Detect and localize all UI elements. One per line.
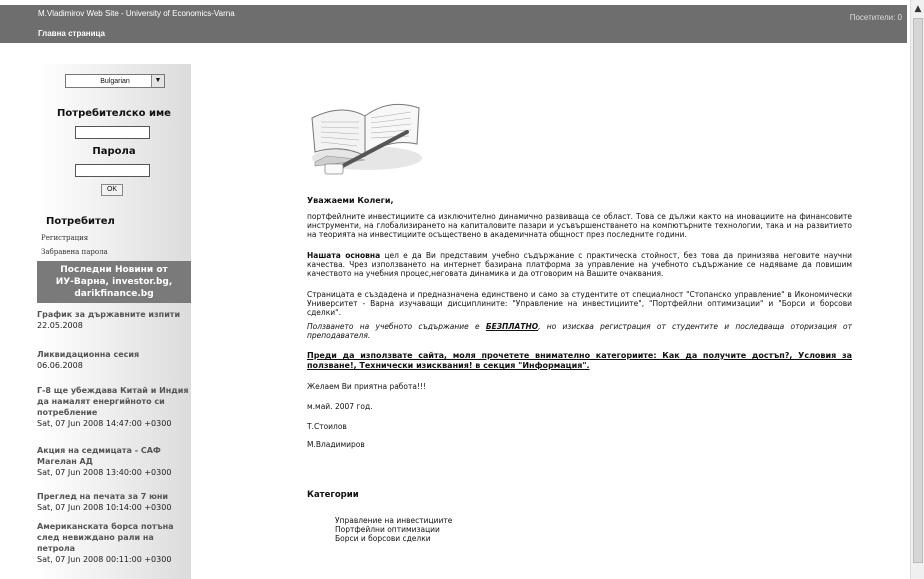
category-link[interactable]: Портфейлни оптимизации bbox=[335, 525, 452, 534]
read-first-notice-link[interactable]: Преди да използвате сайта, моля прочетет… bbox=[307, 351, 852, 371]
site-header: M.Vladimirov Web Site - University of Ec… bbox=[0, 5, 907, 43]
news-title-line: Магелан АД bbox=[37, 457, 93, 466]
ok-button[interactable]: OK bbox=[101, 184, 123, 196]
news-title-line: Американската борса потъна bbox=[37, 522, 174, 531]
news-date: Sat, 07 Jun 2008 10:14:00 +0300 bbox=[37, 503, 172, 512]
news-date: Sat, 07 Jun 2008 13:40:00 +0300 bbox=[37, 468, 172, 477]
news-title-line: потребление bbox=[37, 408, 98, 417]
news-title-line: след невиждано рали на bbox=[37, 533, 154, 542]
language-select[interactable]: Bulgarian ▼ bbox=[65, 74, 165, 88]
news-title-line: да намалят енергийното си bbox=[37, 397, 165, 406]
news-date: 06.06.2008 bbox=[37, 361, 83, 370]
register-link[interactable]: Регистрация bbox=[41, 234, 88, 242]
site-title: M.Vladimirov Web Site - University of Ec… bbox=[38, 9, 235, 18]
sidebar: Bulgarian ▼ Потребителско име Парола OK … bbox=[37, 64, 191, 579]
news-header: Последни Новини от ИУ-Варна, investor.bg… bbox=[37, 261, 191, 303]
news-title-link[interactable]: Г-8 ще убеждава Китай и Индия да намалят… bbox=[37, 385, 191, 418]
categories-heading: Категории bbox=[307, 490, 359, 500]
purpose-paragraph: Страницата е създадена и предназначена е… bbox=[307, 290, 852, 317]
language-select-value: Bulgarian bbox=[100, 77, 130, 85]
news-header-line: Последни Новини от bbox=[60, 265, 168, 275]
news-date: Sat, 07 Jun 2008 14:47:00 +0300 bbox=[37, 419, 172, 428]
signature-vladimirov: М.Владимиров bbox=[307, 440, 365, 449]
news-item: График за държавните изпити 22.05.2008 bbox=[37, 309, 191, 331]
goal-paragraph: Нашата основна цел е да Ви представим уч… bbox=[307, 251, 852, 278]
nav-home-link[interactable]: Главна страница bbox=[38, 29, 105, 38]
category-link[interactable]: Борси и борсови сделки bbox=[335, 534, 452, 543]
scrollbar-thumb[interactable] bbox=[913, 18, 923, 563]
vertical-scrollbar[interactable]: ▲ bbox=[910, 0, 924, 579]
news-date: Sat, 07 Jun 2008 00:11:00 +0300 bbox=[37, 555, 172, 564]
username-label: Потребителско име bbox=[57, 108, 171, 119]
visitor-counter: Посетители: 0 bbox=[849, 13, 902, 22]
news-date: 22.05.2008 bbox=[37, 321, 83, 330]
news-title-link[interactable]: Ликвидационна сесия bbox=[37, 349, 191, 360]
news-title-line: Г-8 ще убеждава Китай и Индия bbox=[37, 386, 189, 395]
news-title-link[interactable]: Американската борса потъна след невиждан… bbox=[37, 521, 191, 554]
news-title-link[interactable]: График за държавните изпити bbox=[37, 309, 191, 320]
user-heading: Потребител bbox=[46, 216, 115, 227]
username-input[interactable] bbox=[75, 126, 150, 139]
password-label: Парола bbox=[92, 146, 136, 157]
date-text: м.май. 2007 год. bbox=[307, 402, 373, 411]
forgot-password-link[interactable]: Забравена парола bbox=[41, 248, 108, 256]
news-item: Преглед на печата за 7 юни Sat, 07 Jun 2… bbox=[37, 491, 191, 513]
news-header-line: darikfinance.bg bbox=[74, 289, 154, 299]
goal-text: цел е да Ви представим учебно съдържание… bbox=[307, 251, 853, 278]
goal-bold-text: Нашата основна bbox=[307, 251, 381, 260]
greeting: Уважаеми Колеги, bbox=[307, 196, 394, 205]
news-title-link[interactable]: Преглед на печата за 7 юни bbox=[37, 491, 191, 502]
news-item: Американската борса потъна след невиждан… bbox=[37, 521, 191, 565]
categories-list: Управление на инвестициите Портфейлни оп… bbox=[335, 516, 452, 543]
news-item: Г-8 ще убеждава Китай и Индия да намалят… bbox=[37, 385, 191, 429]
password-input[interactable] bbox=[75, 164, 150, 177]
intro-paragraph: портфейлните инвестициите са изключителн… bbox=[307, 212, 852, 239]
chevron-down-icon[interactable]: ▼ bbox=[151, 75, 164, 87]
free-usage-text: Ползването на учебното съдържание е bbox=[307, 322, 486, 331]
signature-stoilov: Т.Стоилов bbox=[307, 422, 347, 431]
news-item: Ликвидационна сесия 06.06.2008 bbox=[37, 349, 191, 371]
news-title-line: петрола bbox=[37, 544, 76, 553]
category-link[interactable]: Управление на инвестициите bbox=[335, 516, 452, 525]
scroll-up-arrow-icon[interactable]: ▲ bbox=[913, 2, 923, 16]
news-item: Акция на седмицата - САФ Магелан АД Sat,… bbox=[37, 445, 191, 478]
free-badge: БЕЗПЛАТНО bbox=[485, 322, 539, 331]
news-title-line: Акция на седмицата - САФ bbox=[37, 446, 161, 455]
wish-text: Желаем Ви приятна работа!!! bbox=[307, 382, 427, 391]
open-book-image bbox=[311, 103, 422, 175]
news-header-line: ИУ-Варна, investor.bg, bbox=[55, 277, 173, 287]
free-usage-paragraph: Ползването на учебното съдържание е БЕЗП… bbox=[307, 322, 852, 340]
news-title-link[interactable]: Акция на седмицата - САФ Магелан АД bbox=[37, 445, 191, 467]
